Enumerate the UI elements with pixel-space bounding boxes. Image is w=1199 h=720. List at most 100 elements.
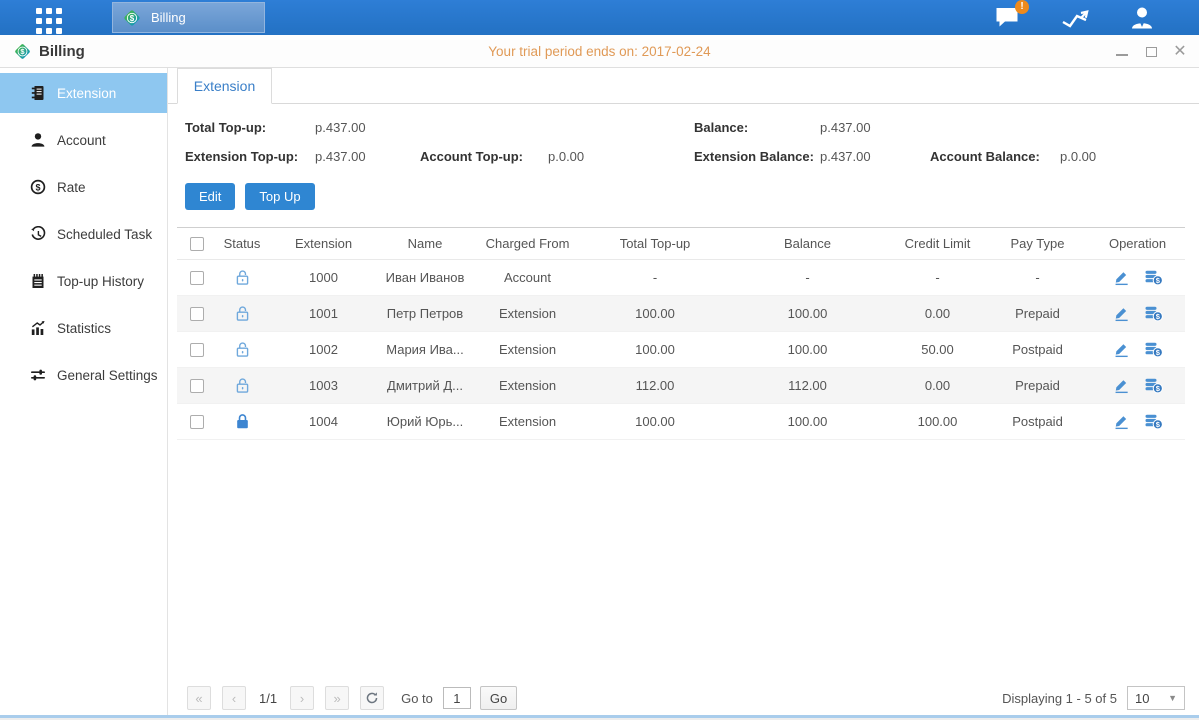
close-icon[interactable]: ✕ <box>1173 45 1187 59</box>
sidebar-item-rate[interactable]: $ Rate <box>0 167 167 207</box>
table-row: 1000 Иван Иванов Account - - - - <box>177 260 1185 296</box>
statistics-icon <box>30 320 46 336</box>
balance-value: p.437.00 <box>820 120 930 135</box>
go-button[interactable]: Go <box>480 686 517 710</box>
row-checkbox[interactable] <box>190 307 204 321</box>
table-row: 1003 Дмитрий Д... Extension 112.00 112.0… <box>177 368 1185 404</box>
taskbar: $ Billing ! <box>0 0 1199 35</box>
sidebar: Extension Account $ Rate <box>0 68 168 720</box>
col-name: Name <box>380 228 470 260</box>
balance-label: Balance: <box>694 120 820 135</box>
account-topup-label: Account Top-up: <box>420 149 548 164</box>
billing-app-icon: $ <box>122 8 142 28</box>
sidebar-item-general-settings[interactable]: General Settings <box>0 355 167 395</box>
sidebar-item-extension[interactable]: Extension <box>0 73 167 113</box>
select-all-checkbox[interactable] <box>190 237 204 251</box>
refresh-button[interactable] <box>360 686 384 710</box>
col-credit-limit: Credit Limit <box>890 228 985 260</box>
sidebar-item-label: Account <box>57 133 106 148</box>
svg-text:$: $ <box>35 182 40 192</box>
sidebar-item-label: Extension <box>57 86 116 101</box>
col-balance: Balance <box>725 228 890 260</box>
pagination-bar: « ‹ 1/1 › » Go to Go Displaying 1 - 5 of… <box>168 683 1199 713</box>
taskbar-tab-label: Billing <box>151 10 186 25</box>
sidebar-item-account[interactable]: Account <box>0 120 167 160</box>
reports-chart-icon[interactable] <box>1061 7 1089 29</box>
edit-row-icon[interactable] <box>1113 305 1130 322</box>
page-size-select[interactable]: 10 ▼ <box>1127 686 1185 710</box>
total-topup-label: Total Top-up: <box>185 120 315 135</box>
general-settings-icon <box>30 367 46 383</box>
goto-page-input[interactable] <box>443 687 471 709</box>
account-balance-label: Account Balance: <box>930 149 1060 164</box>
row-checkbox[interactable] <box>190 271 204 285</box>
extensions-table: Status Extension Name Charged From Total… <box>177 227 1185 440</box>
topup-row-icon[interactable]: $ <box>1144 341 1163 358</box>
lock-open-icon <box>234 341 251 358</box>
account-topup-value: p.0.00 <box>548 149 694 164</box>
row-checkbox[interactable] <box>190 343 204 357</box>
col-status: Status <box>217 228 267 260</box>
account-icon <box>30 132 46 148</box>
chevron-down-icon: ▼ <box>1168 693 1177 703</box>
extension-topup-label: Extension Top-up: <box>185 149 315 164</box>
page-indicator: 1/1 <box>259 691 277 706</box>
extension-icon <box>30 85 46 101</box>
notification-badge: ! <box>1015 0 1029 14</box>
col-charged-from: Charged From <box>470 228 585 260</box>
topup-row-icon[interactable]: $ <box>1144 413 1163 430</box>
table-row: 1002 Мария Ива... Extension 100.00 100.0… <box>177 332 1185 368</box>
sidebar-item-label: Scheduled Task <box>57 227 152 242</box>
trial-period-message: Your trial period ends on: 2017-02-24 <box>0 44 1199 59</box>
row-checkbox[interactable] <box>190 415 204 429</box>
sidebar-item-topup-history[interactable]: Top-up History <box>0 261 167 301</box>
account-balance-value: p.0.00 <box>1060 149 1199 164</box>
col-operation: Operation <box>1090 228 1185 260</box>
prev-page-button[interactable]: ‹ <box>222 686 246 710</box>
sidebar-item-label: Statistics <box>57 321 111 336</box>
maximize-icon[interactable] <box>1144 45 1158 59</box>
table-header-row: Status Extension Name Charged From Total… <box>177 228 1185 260</box>
page-size-value: 10 <box>1135 691 1149 706</box>
window-title: Billing <box>39 43 85 60</box>
svg-text:$: $ <box>130 13 135 22</box>
apps-grid-icon[interactable] <box>36 8 62 34</box>
edit-row-icon[interactable] <box>1113 269 1130 286</box>
lock-open-icon <box>234 305 251 322</box>
edit-row-icon[interactable] <box>1113 341 1130 358</box>
topup-row-icon[interactable]: $ <box>1144 269 1163 286</box>
user-account-icon[interactable] <box>1129 6 1155 30</box>
col-extension: Extension <box>267 228 380 260</box>
col-total-topup: Total Top-up <box>585 228 725 260</box>
table-row: 1001 Петр Петров Extension 100.00 100.00… <box>177 296 1185 332</box>
tab-bar: Extension <box>168 68 1199 104</box>
next-page-button[interactable]: › <box>290 686 314 710</box>
extension-topup-value: p.437.00 <box>315 149 420 164</box>
lock-closed-icon <box>234 413 251 430</box>
main-content: Extension Total Top-up: p.437.00 Balance… <box>168 68 1199 720</box>
messages-icon[interactable]: ! <box>995 6 1021 29</box>
displaying-text: Displaying 1 - 5 of 5 <box>1002 691 1117 706</box>
sidebar-item-label: Rate <box>57 180 86 195</box>
first-page-button[interactable]: « <box>187 686 211 710</box>
sidebar-item-label: General Settings <box>57 368 158 383</box>
taskbar-tab-billing[interactable]: $ Billing <box>112 2 265 33</box>
topup-row-icon[interactable]: $ <box>1144 377 1163 394</box>
minimize-icon[interactable] <box>1115 45 1129 59</box>
sidebar-item-statistics[interactable]: Statistics <box>0 308 167 348</box>
lock-open-icon <box>234 377 251 394</box>
tab-extension[interactable]: Extension <box>177 68 272 104</box>
row-checkbox[interactable] <box>190 379 204 393</box>
goto-label: Go to <box>401 691 433 706</box>
col-pay-type: Pay Type <box>985 228 1090 260</box>
topup-button[interactable]: Top Up <box>245 183 314 210</box>
last-page-button[interactable]: » <box>325 686 349 710</box>
edit-row-icon[interactable] <box>1113 377 1130 394</box>
table-row: 1004 Юрий Юрь... Extension 100.00 100.00… <box>177 404 1185 440</box>
sidebar-item-scheduled-task[interactable]: Scheduled Task <box>0 214 167 254</box>
refresh-icon <box>365 691 379 705</box>
billing-window-icon: $ <box>13 42 32 61</box>
topup-row-icon[interactable]: $ <box>1144 305 1163 322</box>
edit-row-icon[interactable] <box>1113 413 1130 430</box>
edit-button[interactable]: Edit <box>185 183 235 210</box>
